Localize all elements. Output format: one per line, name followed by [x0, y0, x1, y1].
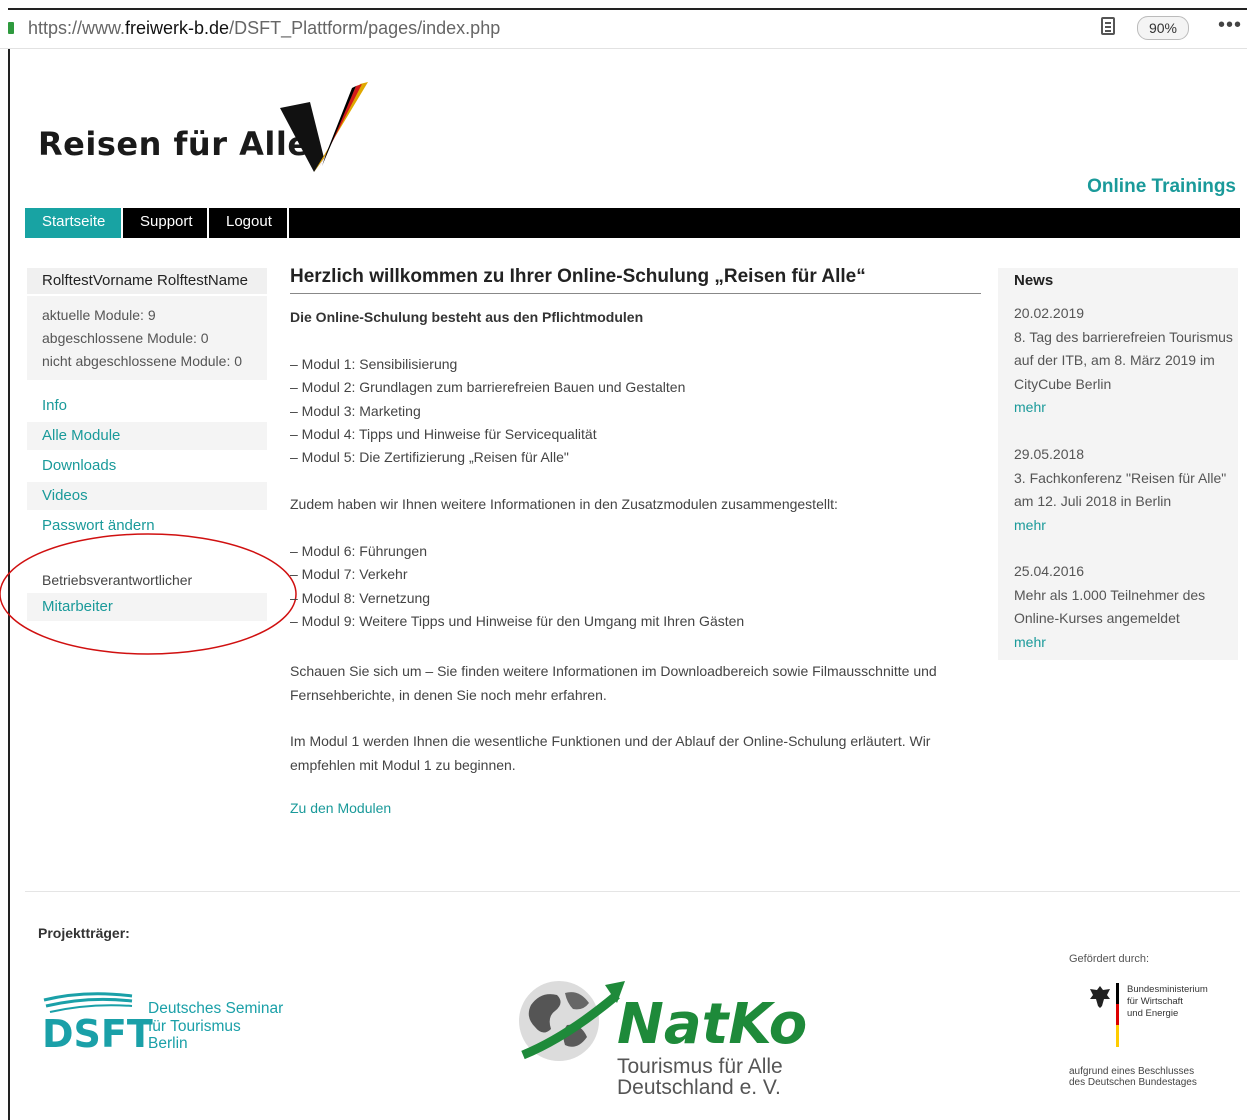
bmwi-logo-text: Bundesministerium für Wirtschaft und Ene…: [1127, 984, 1208, 1020]
natko-logo-text[interactable]: NatKo: [617, 992, 807, 1057]
dsft-name-line: für Tourismus: [148, 1017, 241, 1035]
projekttraeger-label: Projektträger:: [38, 925, 130, 941]
federal-eagle-icon: [1090, 986, 1110, 1008]
beschluss-line: des Deutschen Bundestages: [1069, 1077, 1197, 1088]
list-item: – Modul 2: Grundlagen zum barrierefreien…: [290, 379, 686, 396]
mandatory-module-list: – Modul 1: Sensibilisierung – Modul 2: G…: [290, 356, 685, 472]
annotation-ellipse: [0, 533, 297, 655]
paragraph-line: Im Modul 1 werden Ihnen die wesentliche …: [290, 733, 931, 749]
news-text: auf der ITB, am 8. März 2019 im: [1014, 352, 1215, 368]
list-item: – Modul 5: Die Zertifizierung „Reisen fü…: [290, 449, 569, 466]
gefoerdert-label: Gefördert durch:: [1069, 953, 1150, 965]
bmwi-line: und Energie: [1127, 1008, 1179, 1019]
list-item: – Modul 4: Tipps und Hinweise für Servic…: [290, 425, 597, 442]
news-date: 20.02.2019: [1014, 305, 1085, 321]
secure-lock-icon: [8, 22, 14, 34]
nav-logout[interactable]: Logout: [209, 208, 289, 238]
stat-completed-modules: abgeschlossene Module: 0: [42, 330, 209, 346]
list-item: – Modul 3: Marketing: [290, 402, 421, 419]
more-menu-icon[interactable]: •••: [1218, 14, 1242, 37]
module-stats: aktuelle Module: 9 abgeschlossene Module…: [27, 296, 267, 380]
news-text: 3. Fachkonferenz "Reisen für Alle": [1014, 469, 1227, 486]
footer-divider: [25, 891, 1240, 892]
user-name: RolftestVorname RolftestName: [27, 268, 267, 294]
additional-intro-text: Zudem haben wir Ihnen weitere Informatio…: [290, 496, 838, 512]
to-modules-link[interactable]: Zu den Modulen: [290, 800, 391, 816]
news-text: Online-Kurses angemeldet: [1014, 610, 1180, 626]
dsft-full-name: Deutsches Seminar für Tourismus Berlin: [148, 1000, 283, 1053]
dsft-name-line: Deutsches Seminar: [148, 1000, 284, 1017]
online-trainings-title: Online Trainings: [1087, 176, 1236, 197]
news-text: am 12. Juli 2018 in Berlin: [1014, 493, 1172, 509]
paragraph-modul1: Im Modul 1 werden Ihnen die wesentliche …: [290, 730, 930, 777]
news-text: Mehr als 1.000 Teilnehmer des: [1014, 586, 1206, 603]
news-more-link[interactable]: mehr: [1014, 514, 1236, 538]
news-heading: News: [1014, 272, 1054, 289]
dsft-swoosh-icon: [43, 992, 133, 1013]
bmwi-line: Bundesministerium: [1127, 984, 1208, 995]
nav-support[interactable]: Support: [123, 208, 209, 238]
natko-subtitle-line: Deutschland e. V.: [617, 1076, 781, 1099]
browser-address-bar[interactable]: https://www.freiwerk-b.de/DSFT_Plattform…: [0, 10, 1247, 49]
reader-view-icon[interactable]: [1101, 17, 1115, 35]
news-date: 29.05.2018: [1014, 446, 1085, 462]
stat-open-modules: nicht abgeschlossene Module: 0: [42, 353, 243, 369]
zoom-level-badge[interactable]: 90%: [1137, 16, 1189, 40]
sidebar-link-downloads[interactable]: Downloads: [27, 452, 267, 480]
natko-subtitle: Tourismus für Alle Deutschland e. V.: [617, 1056, 783, 1098]
nav-startseite[interactable]: Startseite: [25, 208, 123, 238]
bmwi-line: für Wirtschaft: [1127, 996, 1183, 1007]
sidebar-link-alle-module[interactable]: Alle Module: [27, 422, 267, 450]
list-item: – Modul 6: Führungen: [290, 543, 427, 559]
paragraph-line: Schauen Sie sich um – Sie finden weitere…: [290, 663, 937, 679]
news-date: 25.04.2016: [1014, 563, 1085, 579]
news-panel: News 20.02.2019 8. Tag des barrierefreie…: [998, 268, 1238, 660]
news-more-link[interactable]: mehr: [1014, 631, 1236, 655]
url-text[interactable]: https://www.freiwerk-b.de/DSFT_Plattform…: [28, 18, 500, 39]
news-item: 25.04.2016 Mehr als 1.000 Teilnehmer des…: [1014, 560, 1236, 654]
page-title: Herzlich willkommen zu Ihrer Online-Schu…: [290, 266, 981, 294]
sidebar-link-info[interactable]: Info: [27, 392, 267, 420]
list-item: – Modul 9: Weitere Tipps und Hinweise fü…: [290, 612, 745, 629]
natko-subtitle-line: Tourismus für Alle: [617, 1055, 783, 1078]
beschluss-line: aufgrund eines Beschlusses: [1069, 1066, 1195, 1077]
list-item: – Modul 7: Verkehr: [290, 566, 408, 583]
news-text: 8. Tag des barrierefreien Tourismus: [1014, 328, 1233, 345]
paragraph-downloads: Schauen Sie sich um – Sie finden weitere…: [290, 660, 937, 707]
list-item: – Modul 8: Vernetzung: [290, 589, 431, 606]
site-logo-text[interactable]: Reisen für Alle: [38, 125, 310, 163]
german-flag-stripe-icon: [1116, 983, 1119, 1047]
sidebar-link-videos[interactable]: Videos: [27, 482, 267, 510]
news-text: CityCube Berlin: [1014, 375, 1112, 392]
news-item: 20.02.2019 8. Tag des barrierefreien Tou…: [1014, 302, 1236, 420]
paragraph-line: Fernsehberichte, in denen Sie noch mehr …: [290, 686, 607, 703]
site-logo-checkmark-icon: [280, 82, 368, 172]
natko-globe-icon: [519, 981, 625, 1061]
news-more-link[interactable]: mehr: [1014, 396, 1236, 420]
bundestag-beschluss-text: aufgrund eines Beschlusses des Deutschen…: [1069, 1066, 1197, 1088]
stat-current-modules: aktuelle Module: 9: [42, 307, 156, 323]
paragraph-line: empfehlen mit Modul 1 zu beginnen.: [290, 756, 516, 773]
intro-text: Die Online-Schulung besteht aus den Pfli…: [290, 309, 644, 325]
list-item: – Modul 1: Sensibilisierung: [290, 356, 458, 372]
dsft-logo-text[interactable]: DSFT: [42, 1012, 153, 1056]
additional-module-list: – Modul 6: Führungen – Modul 7: Verkehr …: [290, 543, 744, 636]
news-item: 29.05.2018 3. Fachkonferenz "Reisen für …: [1014, 443, 1236, 537]
main-navigation: Startseite Support Logout: [25, 208, 1240, 238]
dsft-name-line: Berlin: [148, 1035, 188, 1052]
